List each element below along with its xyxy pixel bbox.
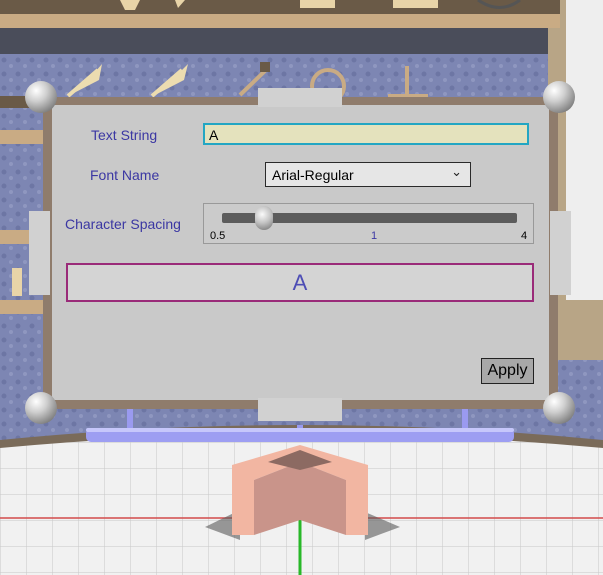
slider-current-label: 1 — [371, 230, 378, 242]
corner-resize-top-left[interactable] — [25, 81, 57, 113]
top-drag-handle[interactable] — [258, 88, 342, 107]
font-name-select[interactable]: Arial-Regular ⌄ — [265, 162, 471, 187]
right-drag-handle[interactable] — [550, 211, 571, 295]
text-string-label: Text String — [91, 127, 158, 143]
font-name-label: Font Name — [90, 167, 160, 183]
font-name-value: Arial-Regular — [272, 167, 354, 183]
corner-resize-bottom-right[interactable] — [543, 392, 575, 424]
chevron-down-icon: ⌄ — [451, 164, 462, 179]
slider-max-label: 4 — [521, 230, 528, 242]
character-spacing-slider[interactable]: 0.5 1 4 — [203, 203, 534, 244]
character-spacing-label: Character Spacing — [65, 216, 181, 232]
corner-resize-top-right[interactable] — [543, 81, 575, 113]
slider-thumb[interactable] — [255, 206, 273, 230]
dialog-panel — [52, 105, 549, 400]
bottom-drag-handle[interactable] — [258, 398, 342, 421]
left-drag-handle[interactable] — [29, 211, 50, 295]
text-preview: A — [66, 263, 534, 302]
corner-resize-bottom-left[interactable] — [25, 392, 57, 424]
slider-min-label: 0.5 — [210, 230, 226, 242]
apply-button[interactable]: Apply — [481, 358, 534, 384]
text-string-input[interactable]: A — [203, 123, 529, 145]
